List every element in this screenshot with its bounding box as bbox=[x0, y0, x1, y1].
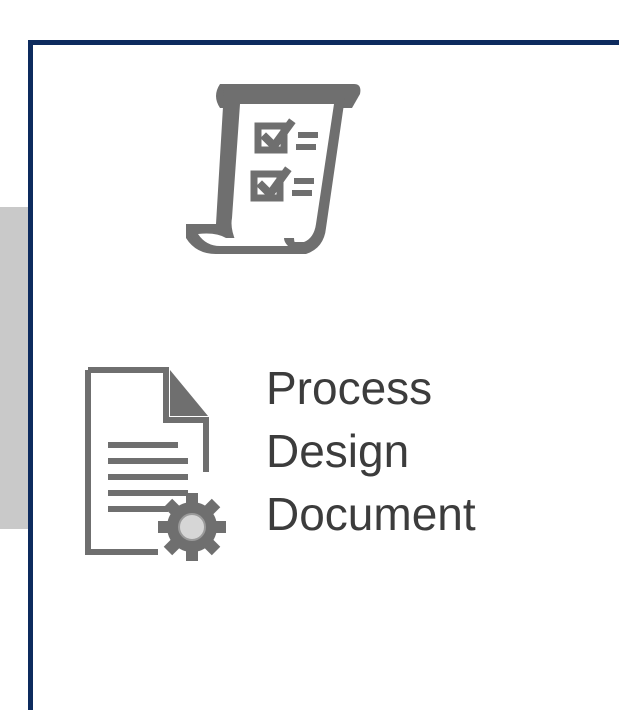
label-line-2: Design bbox=[266, 425, 410, 477]
side-panel-tab[interactable] bbox=[0, 207, 28, 529]
checklist-scroll-icon[interactable] bbox=[176, 78, 362, 262]
label-line-1: Process bbox=[266, 362, 433, 414]
document-settings-icon bbox=[85, 367, 226, 561]
panel-border-left bbox=[28, 40, 33, 710]
process-design-document-button[interactable]: Process Design Document bbox=[80, 355, 530, 565]
label-line-3: Document bbox=[266, 488, 476, 540]
process-design-document-label: Process Design Document bbox=[266, 357, 476, 546]
ribbon-panel-view: Process Design Document bbox=[0, 0, 619, 710]
panel-border-top bbox=[28, 40, 619, 45]
